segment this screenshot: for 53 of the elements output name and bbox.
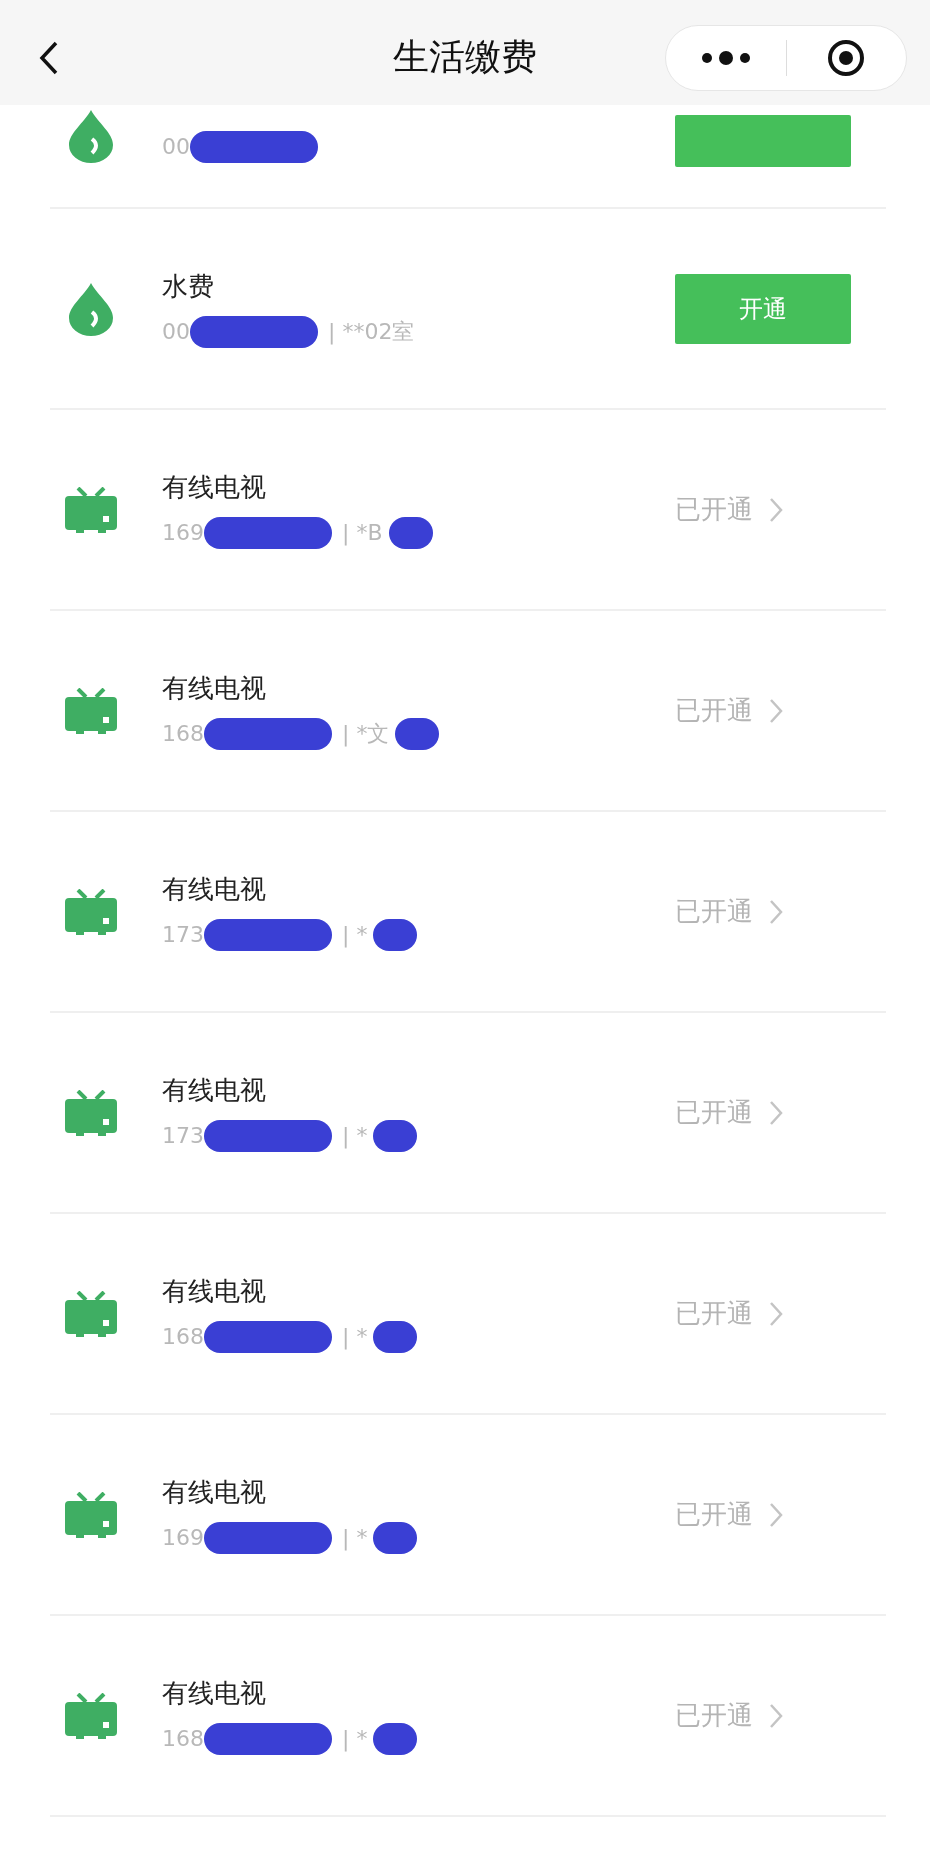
more-icon[interactable] — [700, 50, 751, 65]
status-link[interactable]: 已开通 — [675, 1680, 851, 1751]
account-number: 168 — [162, 719, 204, 748]
account-holder: | *文 — [342, 719, 390, 749]
account-number: 168 — [162, 1724, 204, 1753]
page-title: 生活缴费 — [393, 35, 537, 79]
account-holder: | *B — [342, 518, 383, 548]
status-link[interactable]: 已开通 — [675, 876, 851, 947]
tv-icon — [64, 1692, 118, 1739]
chevron-right-icon — [769, 1702, 783, 1729]
account-number: 00 — [162, 317, 190, 346]
bill-title: 有线电视 — [162, 470, 267, 503]
account-number: 173 — [162, 1121, 204, 1150]
bill-title: 有线电视 — [162, 872, 267, 905]
account-number: 169 — [162, 518, 204, 547]
tv-icon — [64, 486, 118, 533]
status-link[interactable]: 已开通 — [675, 1278, 851, 1349]
account-holder: | * — [342, 1523, 368, 1553]
activate-button[interactable]: 开通 — [675, 273, 851, 344]
bill-title: 有线电视 — [162, 1274, 267, 1307]
bill-title: 有线电视 — [162, 671, 267, 704]
account-holder: | * — [342, 1724, 368, 1754]
water-drop-icon — [68, 109, 114, 163]
bill-title: 水费 — [162, 269, 215, 302]
chevron-right-icon — [769, 1501, 783, 1528]
back-icon[interactable] — [38, 39, 60, 76]
status-link[interactable]: 已开通 — [675, 675, 851, 746]
chevron-right-icon — [769, 898, 783, 925]
chevron-right-icon — [769, 1300, 783, 1327]
tv-icon — [64, 1290, 118, 1337]
bill-title: 有线电视 — [162, 1073, 267, 1106]
bill-title: 有线电视 — [162, 1676, 267, 1709]
account-number: 00 — [162, 133, 190, 161]
bill-title: 有线电视 — [162, 1475, 267, 1508]
status-link[interactable]: 已开通 — [675, 474, 851, 545]
chevron-right-icon — [769, 496, 783, 523]
account-holder: | * — [342, 920, 368, 950]
account-holder: | **02室 — [328, 317, 415, 347]
account-number: 173 — [162, 920, 204, 949]
account-holder: | * — [342, 1121, 368, 1151]
chevron-right-icon — [769, 697, 783, 724]
account-number: 169 — [162, 1523, 204, 1552]
tv-icon — [64, 1089, 118, 1136]
account-number: 168 — [162, 1322, 204, 1351]
tv-icon — [64, 1491, 118, 1538]
status-link[interactable]: 已开通 — [675, 1077, 851, 1148]
account-holder: | * — [342, 1322, 368, 1352]
chevron-right-icon — [769, 1099, 783, 1126]
tv-icon — [64, 888, 118, 935]
status-link[interactable]: 已开通 — [675, 1479, 851, 1550]
target-icon[interactable] — [826, 37, 867, 78]
water-drop-icon — [68, 281, 114, 336]
tv-icon — [64, 687, 118, 734]
